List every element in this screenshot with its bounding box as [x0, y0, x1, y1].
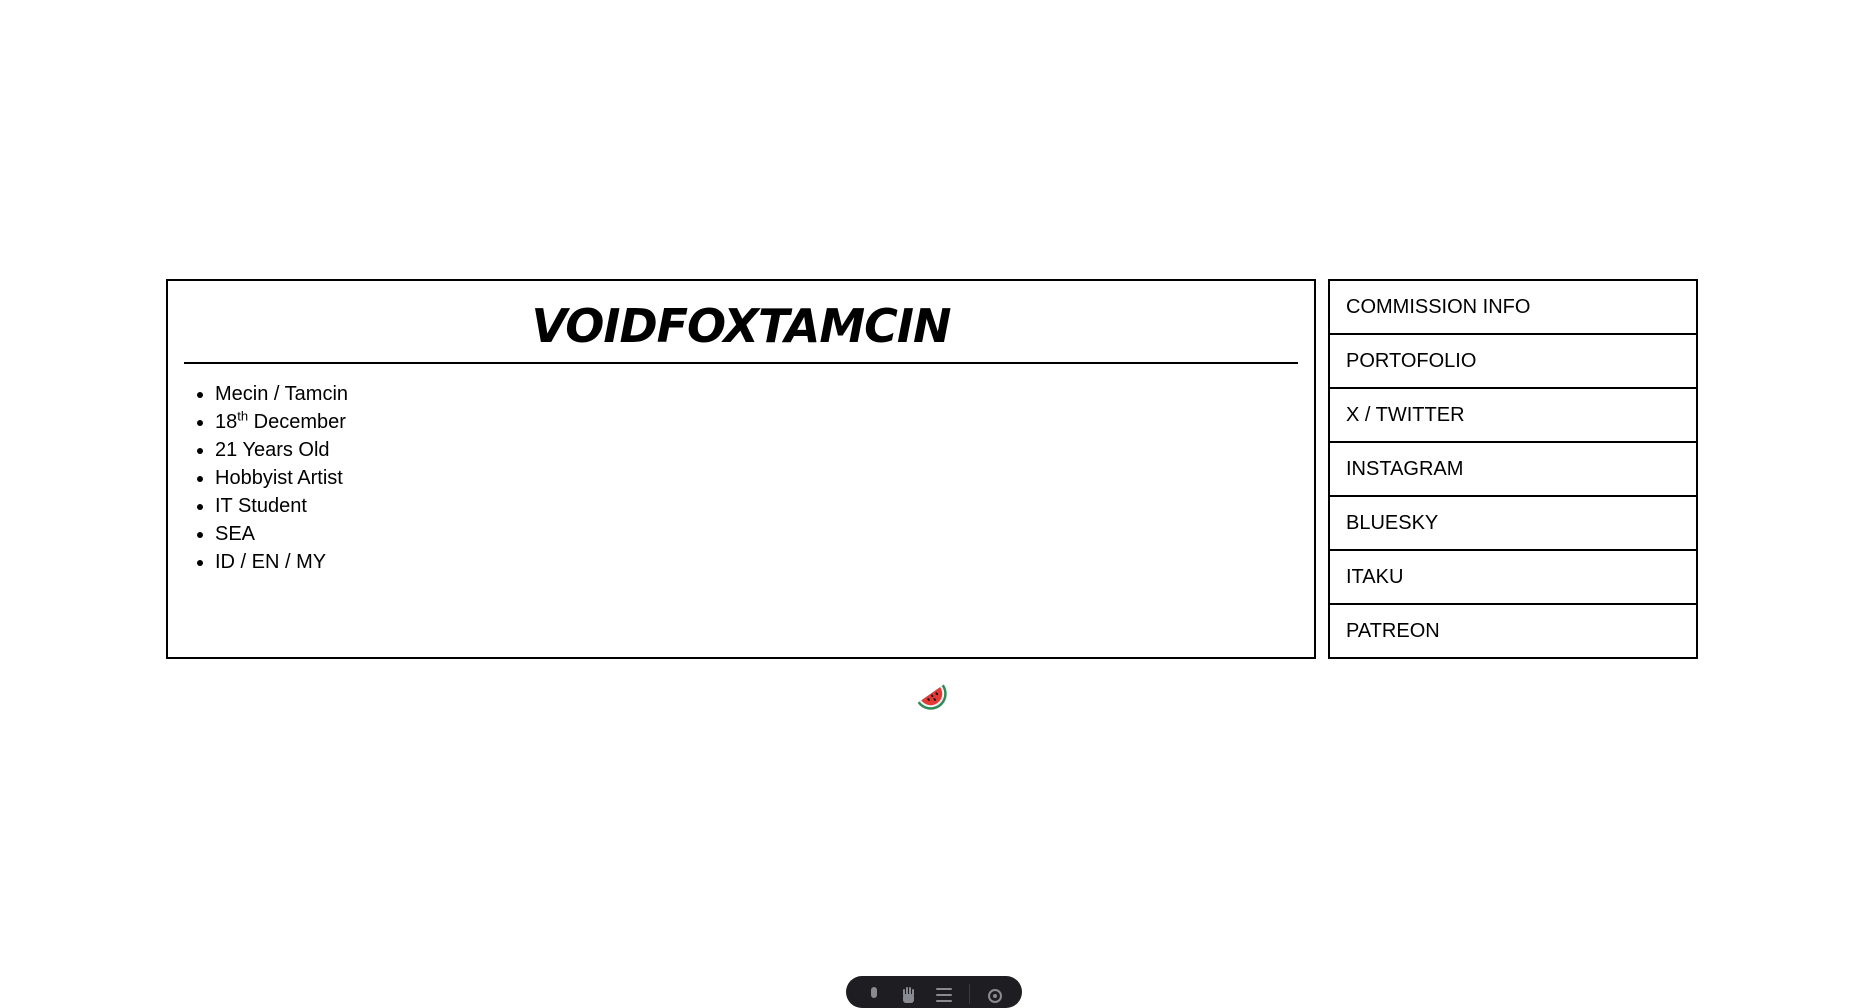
profile-info-list: Mecin / Tamcin 18th December 21 Years Ol…	[187, 380, 348, 576]
info-item-age: 21 Years Old	[215, 436, 348, 464]
settings-icon[interactable]	[985, 986, 1005, 1004]
toolbar-divider	[968, 984, 970, 1004]
birthday-ordinal: th	[237, 408, 249, 424]
info-item-name: Mecin / Tamcin	[215, 380, 348, 408]
info-item-age-text: 21 Years Old	[215, 439, 330, 461]
info-item-region-text: SEA	[215, 523, 256, 545]
link-portfolio[interactable]: PORTOFOLIO	[1330, 335, 1696, 389]
info-item-languages: ID / EN / MY	[215, 548, 348, 576]
watermelon-icon	[917, 684, 947, 710]
link-x-twitter[interactable]: X / TWITTER	[1330, 389, 1696, 443]
link-bluesky[interactable]: BLUESKY	[1330, 497, 1696, 551]
birthday-day: 18	[215, 411, 238, 433]
title-divider	[184, 362, 1298, 364]
link-patreon[interactable]: PATREON	[1330, 605, 1696, 659]
info-item-birthday: 18th December	[215, 408, 348, 436]
page-title: VOIDFOXTAMCIN	[531, 299, 951, 353]
info-item-occupation: IT Student	[215, 492, 348, 520]
link-instagram[interactable]: INSTAGRAM	[1330, 443, 1696, 497]
info-item-role-text: Hobbyist Artist	[215, 467, 343, 489]
microphone-icon[interactable]	[864, 986, 884, 1004]
profile-card: VOIDFOXTAMCIN Mecin / Tamcin 18th Decemb…	[166, 279, 1316, 659]
info-item-languages-text: ID / EN / MY	[215, 551, 327, 573]
links-menu: COMMISSION INFO PORTOFOLIO X / TWITTER I…	[1328, 279, 1698, 659]
page-content: VOIDFOXTAMCIN Mecin / Tamcin 18th Decemb…	[166, 279, 1702, 659]
info-item-name-text: Mecin / Tamcin	[215, 383, 349, 405]
info-item-role: Hobbyist Artist	[215, 464, 348, 492]
link-itaku[interactable]: ITAKU	[1330, 551, 1696, 605]
menu-icon[interactable]	[934, 986, 954, 1004]
info-item-region: SEA	[215, 520, 348, 548]
birthday-month: December	[248, 411, 346, 433]
bottom-toolbar	[846, 976, 1022, 1008]
hand-icon[interactable]	[899, 986, 919, 1004]
info-item-occupation-text: IT Student	[215, 495, 307, 517]
link-commission-info[interactable]: COMMISSION INFO	[1330, 281, 1696, 335]
